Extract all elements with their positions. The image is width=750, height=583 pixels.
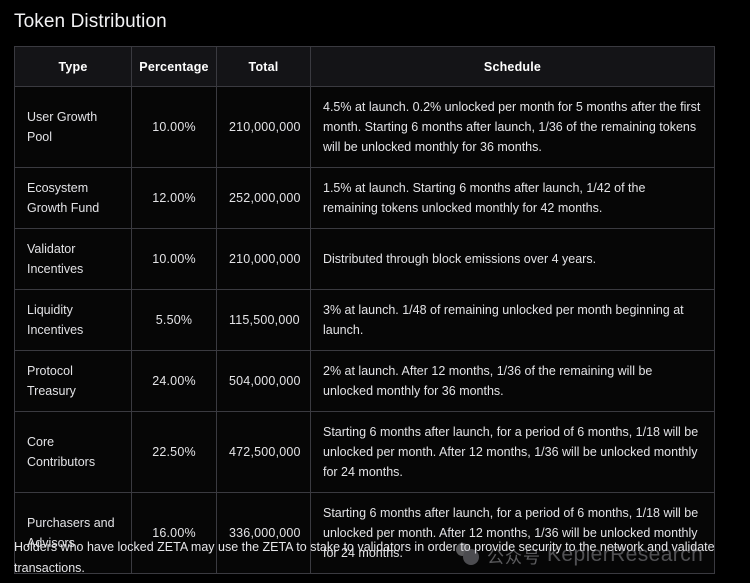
column-header-type: Type — [14, 46, 132, 87]
cell-total: 210,000,000 — [216, 86, 311, 168]
table-row: Ecosystem Growth Fund 12.00% 252,000,000… — [14, 167, 715, 229]
cell-percentage: 10.00% — [131, 86, 217, 168]
token-distribution-table-wrapper: Type Percentage Total Schedule User Grow… — [14, 46, 715, 574]
cell-percentage: 22.50% — [131, 411, 217, 493]
cell-total: 252,000,000 — [216, 167, 311, 229]
page-title: Token Distribution — [14, 11, 167, 32]
cell-type: Validator Incentives — [14, 228, 132, 290]
token-distribution-page: Token Distribution Type Percentage Total… — [0, 0, 750, 583]
cell-schedule: 3% at launch. 1/48 of remaining unlocked… — [310, 289, 715, 351]
table-header: Type Percentage Total Schedule — [14, 46, 715, 87]
table-body: User Growth Pool 10.00% 210,000,000 4.5%… — [14, 86, 715, 574]
cell-percentage: 24.00% — [131, 350, 217, 412]
table-row: Protocol Treasury 24.00% 504,000,000 2% … — [14, 350, 715, 412]
column-header-schedule: Schedule — [310, 46, 715, 87]
cell-percentage: 5.50% — [131, 289, 217, 351]
cell-percentage: 10.00% — [131, 228, 217, 290]
table-row: User Growth Pool 10.00% 210,000,000 4.5%… — [14, 86, 715, 168]
column-header-percentage: Percentage — [131, 46, 217, 87]
cell-total: 504,000,000 — [216, 350, 311, 412]
cell-type: Ecosystem Growth Fund — [14, 167, 132, 229]
cell-type: Core Contributors — [14, 411, 132, 493]
cell-percentage: 12.00% — [131, 167, 217, 229]
table-row: Liquidity Incentives 5.50% 115,500,000 3… — [14, 289, 715, 351]
cell-total: 210,000,000 — [216, 228, 311, 290]
table-row: Core Contributors 22.50% 472,500,000 Sta… — [14, 411, 715, 493]
cell-schedule: 4.5% at launch. 0.2% unlocked per month … — [310, 86, 715, 168]
column-header-total: Total — [216, 46, 311, 87]
cell-schedule: 1.5% at launch. Starting 6 months after … — [310, 167, 715, 229]
cell-schedule: 2% at launch. After 12 months, 1/36 of t… — [310, 350, 715, 412]
cell-type: Liquidity Incentives — [14, 289, 132, 351]
cell-type: User Growth Pool — [14, 86, 132, 168]
table-row: Validator Incentives 10.00% 210,000,000 … — [14, 228, 715, 290]
cell-schedule: Starting 6 months after launch, for a pe… — [310, 411, 715, 493]
token-distribution-table: Type Percentage Total Schedule User Grow… — [14, 46, 715, 574]
cell-type: Protocol Treasury — [14, 350, 132, 412]
cell-total: 115,500,000 — [216, 289, 311, 351]
table-header-row: Type Percentage Total Schedule — [14, 46, 715, 87]
footnote-text: Holders who have locked ZETA may use the… — [14, 540, 715, 575]
cell-total: 472,500,000 — [216, 411, 311, 493]
cell-schedule: Distributed through block emissions over… — [310, 228, 715, 290]
